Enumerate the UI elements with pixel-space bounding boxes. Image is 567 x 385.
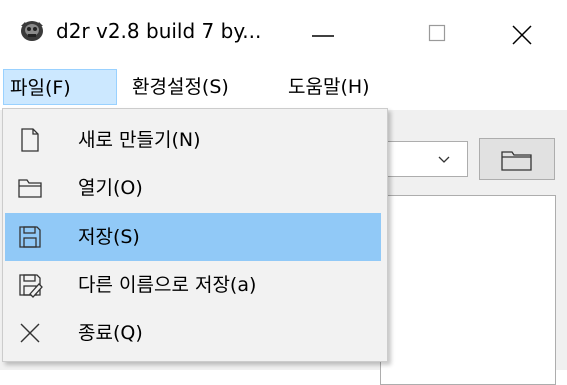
- window-title: d2r v2.8 build 7 by...: [56, 19, 262, 43]
- menu-item-label: 종료(Q): [78, 322, 143, 344]
- menu-item-label: 저장(S): [78, 226, 140, 248]
- menu-file[interactable]: 파일(F): [3, 69, 117, 105]
- menu-help[interactable]: 도움말(H): [282, 69, 376, 105]
- save-icon: [19, 226, 41, 248]
- new-file-icon: [21, 128, 39, 152]
- close-window-button[interactable]: [497, 0, 567, 62]
- open-folder-icon: [18, 179, 42, 198]
- maximize-button[interactable]: [405, 0, 475, 62]
- app-icon: [21, 21, 43, 41]
- menu-item-exit[interactable]: 종료(Q): [5, 309, 381, 357]
- folder-icon: [501, 151, 532, 171]
- file-menu-dropdown: 새로 만들기(N) 열기(O) 저장(S) 다른 이름으로 저장(a) 종료(Q…: [2, 108, 388, 362]
- chevron-down-icon: [438, 156, 450, 163]
- menu-settings[interactable]: 환경설정(S): [126, 69, 235, 105]
- menu-item-open[interactable]: 열기(O): [5, 164, 381, 212]
- maximize-icon: [428, 24, 446, 42]
- save-as-icon: [19, 274, 43, 298]
- browse-folder-button[interactable]: [479, 138, 555, 180]
- menu-item-save[interactable]: 저장(S): [5, 213, 381, 261]
- menu-item-label: 열기(O): [78, 177, 143, 199]
- path-combobox[interactable]: [380, 141, 468, 177]
- item-list[interactable]: [380, 195, 556, 385]
- title-bar: d2r v2.8 build 7 by...: [0, 0, 567, 62]
- menu-item-new[interactable]: 새로 만들기(N): [5, 116, 381, 164]
- menu-item-label: 다른 이름으로 저장(a): [78, 274, 257, 296]
- minimize-button[interactable]: [290, 0, 360, 62]
- minimize-icon: [312, 35, 334, 37]
- menu-item-label: 새로 만들기(N): [78, 129, 201, 151]
- menu-bar: 파일(F) 환경설정(S) 도움말(H): [0, 65, 567, 107]
- menu-item-save-as[interactable]: 다른 이름으로 저장(a): [5, 261, 381, 309]
- close-window-icon: [512, 25, 532, 45]
- close-icon: [20, 323, 40, 343]
